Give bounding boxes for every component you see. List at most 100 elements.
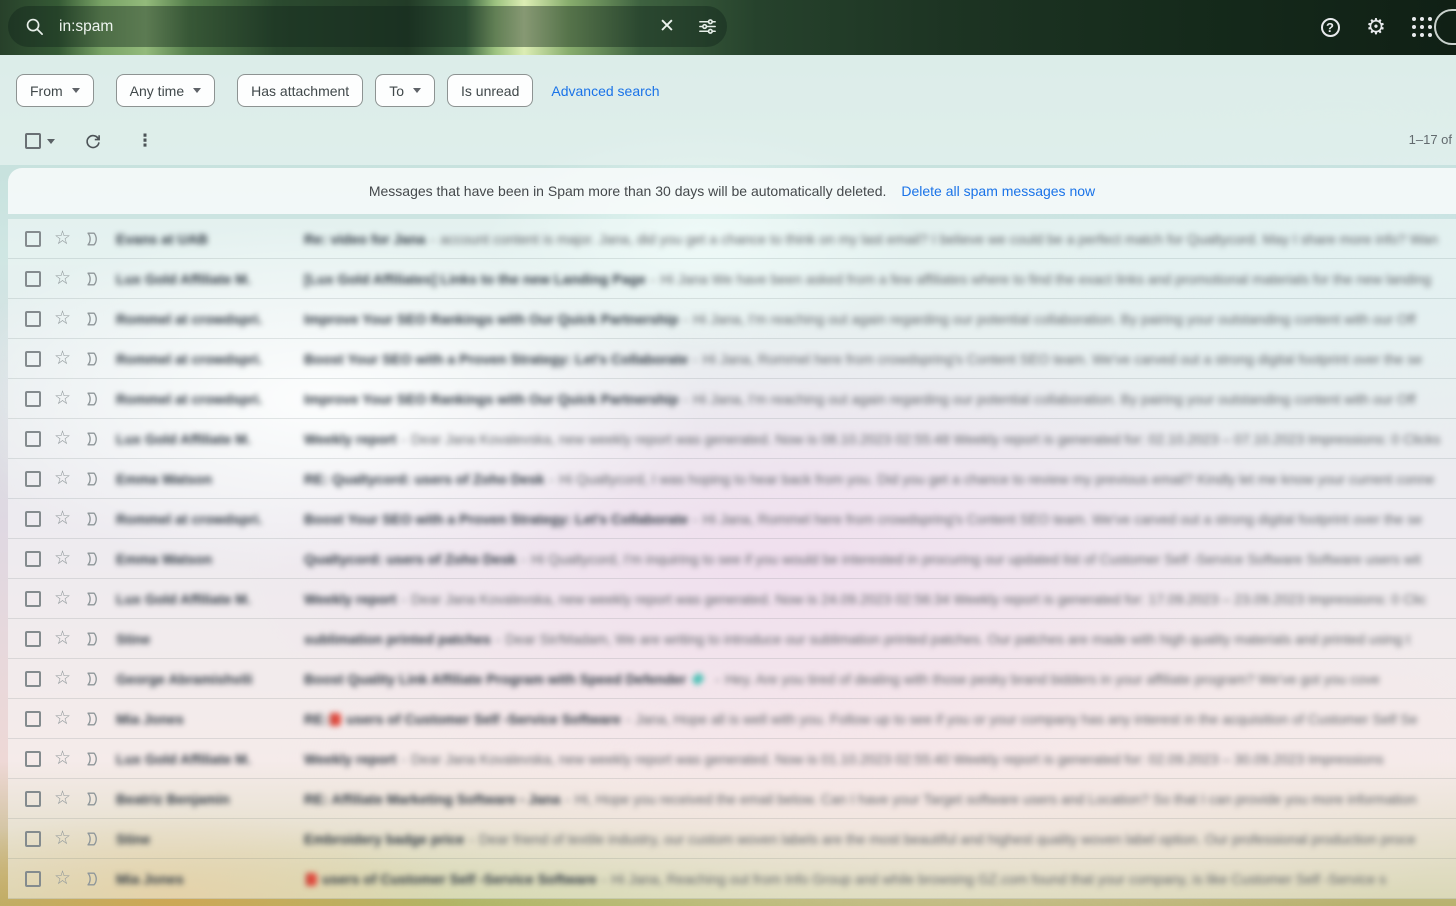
select-dropdown-icon[interactable] [47,139,55,144]
row-checkbox[interactable] [25,351,41,367]
importance-marker-icon[interactable] [84,750,102,768]
subject-snippet-separator: - [401,751,406,767]
star-icon[interactable]: ☆ [54,749,71,768]
row-checkbox[interactable] [25,471,41,487]
delete-all-spam-link[interactable]: Delete all spam messages now [901,183,1095,199]
star-icon[interactable]: ☆ [54,709,71,728]
star-icon[interactable]: ☆ [54,269,71,288]
star-icon[interactable]: ☆ [54,869,71,888]
importance-marker-icon[interactable] [84,830,102,848]
row-checkbox[interactable] [25,231,41,247]
subject-snippet-separator: - [496,631,501,647]
importance-marker-icon[interactable] [84,390,102,408]
row-checkbox[interactable] [25,551,41,567]
search-bar[interactable]: in:spam ✕ [8,6,727,47]
email-row[interactable]: ☆ Stine Embroidery badge price - Dear fr… [8,819,1456,859]
importance-marker-icon[interactable] [84,550,102,568]
email-row[interactable]: ☆ Stine sublimation printed patches - De… [8,619,1456,659]
importance-marker-icon[interactable] [84,270,102,288]
email-row[interactable]: ☆ Lux Gold Affiliate M. Weekly report - … [8,579,1456,619]
star-icon[interactable]: ☆ [54,789,71,808]
importance-marker-icon[interactable] [84,590,102,608]
filter-chip-is-unread[interactable]: Is unread [447,74,533,107]
subject-snippet-separator: - [693,351,698,367]
star-icon[interactable]: ☆ [54,349,71,368]
star-icon[interactable]: ☆ [54,549,71,568]
email-row[interactable]: ☆ Emma Watson Qualtycord: users of Zoho … [8,539,1456,579]
star-icon[interactable]: ☆ [54,469,71,488]
star-icon[interactable]: ☆ [54,629,71,648]
row-checkbox[interactable] [25,711,41,727]
email-row[interactable]: ☆ Lux Gold Affiliate M. [Lux Gold Affili… [8,259,1456,299]
email-row[interactable]: ☆ Evans at UAB Re: video for Jana - acco… [8,219,1456,259]
subject-snippet-separator: - [549,471,554,487]
star-icon[interactable]: ☆ [54,829,71,848]
help-button[interactable]: ? [1310,7,1350,47]
star-icon[interactable]: ☆ [54,389,71,408]
email-subject-snippet: Weekly report - Dear Jana Kovalevska, ne… [304,431,1456,447]
row-checkbox[interactable] [25,391,41,407]
email-row[interactable]: ☆ Rommel at crowdspri. Boost Your SEO wi… [8,339,1456,379]
email-row[interactable]: ☆ Lux Gold Affiliate M. Weekly report - … [8,739,1456,779]
email-row[interactable]: ☆ Rommel at crowdspri. Improve Your SEO … [8,299,1456,339]
star-icon[interactable]: ☆ [54,309,71,328]
email-row[interactable]: ☆ Beatriz Benjamin RE: Affiliate Marketi… [8,779,1456,819]
filter-chip-any-time[interactable]: Any time [116,74,215,107]
clear-search-button[interactable]: ✕ [647,7,687,47]
chevron-down-icon [413,88,421,93]
more-options-button[interactable]: ⋮ [131,127,159,155]
main-content: From Any time Has attachment To Is unrea… [0,55,1456,906]
row-checkbox[interactable] [25,271,41,287]
row-checkbox[interactable] [25,511,41,527]
email-row[interactable]: ☆ Mia Jones users of Customer Self -Serv… [8,859,1456,899]
star-icon[interactable]: ☆ [54,669,71,688]
star-icon[interactable]: ☆ [54,229,71,248]
email-subject: users of Customer Self -Service Software [322,871,597,887]
email-row[interactable]: ☆ Rommel at crowdspri. Boost Your SEO wi… [8,499,1456,539]
email-subject-snippet: users of Customer Self -Service Software… [304,871,1456,887]
advanced-search-link[interactable]: Advanced search [551,83,659,99]
filter-chip-from[interactable]: From [16,74,94,107]
search-icon [25,17,44,36]
select-all-checkbox[interactable] [25,133,41,149]
row-checkbox[interactable] [25,591,41,607]
importance-marker-icon[interactable] [84,430,102,448]
importance-marker-icon[interactable] [84,710,102,728]
settings-button[interactable]: ⚙ [1356,7,1396,47]
email-row[interactable]: ☆ Mia Jones RE: users of Customer Self -… [8,699,1456,739]
importance-marker-icon[interactable] [84,350,102,368]
refresh-button[interactable] [79,127,107,155]
importance-marker-icon[interactable] [84,870,102,888]
importance-marker-icon[interactable] [84,790,102,808]
row-checkbox[interactable] [25,431,41,447]
email-subject: [Lux Gold Affiliates] Links to the new L… [304,271,646,287]
email-sender: Lux Gold Affiliate M. [116,751,304,767]
star-icon[interactable]: ☆ [54,589,71,608]
importance-marker-icon[interactable] [84,310,102,328]
row-checkbox[interactable] [25,751,41,767]
importance-marker-icon[interactable] [84,630,102,648]
filter-chip-has-attachment[interactable]: Has attachment [237,74,363,107]
importance-marker-icon[interactable] [84,470,102,488]
search-input[interactable]: in:spam [59,18,647,36]
row-checkbox[interactable] [25,871,41,887]
email-row[interactable]: ☆ Emma Watson RE: Qualtycord: users of Z… [8,459,1456,499]
email-row[interactable]: ☆ Rommel at crowdspri. Improve Your SEO … [8,379,1456,419]
row-checkbox[interactable] [25,311,41,327]
row-checkbox[interactable] [25,831,41,847]
star-icon[interactable]: ☆ [54,509,71,528]
importance-marker-icon[interactable] [84,230,102,248]
row-checkbox[interactable] [25,671,41,687]
row-checkbox[interactable] [25,791,41,807]
search-options-button[interactable] [687,7,727,47]
importance-marker-icon[interactable] [84,510,102,528]
email-row[interactable]: ☆ Lux Gold Affiliate M. Weekly report - … [8,419,1456,459]
filter-chip-to[interactable]: To [375,74,435,107]
row-checkbox[interactable] [25,631,41,647]
importance-marker-icon[interactable] [84,670,102,688]
star-icon[interactable]: ☆ [54,429,71,448]
email-sender: Evans at UAB [116,231,304,247]
email-snippet: Dear Jana Kovalevska, new weekly report … [411,591,1426,607]
email-sender: Lux Gold Affiliate M. [116,271,304,287]
email-row[interactable]: ☆ George Abramishvili Boost Quality Link… [8,659,1456,699]
